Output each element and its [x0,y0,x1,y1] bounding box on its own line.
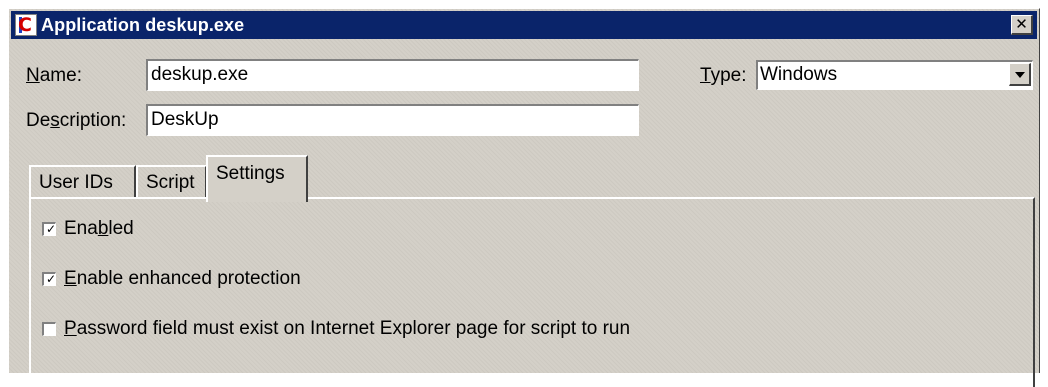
checkmark-icon: ✓ [46,222,57,236]
description-label: Description: [26,110,127,131]
enabled-checkbox[interactable]: ✓ [42,222,56,236]
type-select[interactable]: Windows [756,60,1033,90]
type-label: Type: [700,65,747,86]
chevron-down-icon [1015,72,1025,78]
tab-script[interactable]: Script [136,165,207,199]
application-dialog: C Application deskup.exe ✕ Name: deskup.… [8,8,1040,387]
app-c-icon: C [15,14,37,36]
enhanced-protection-label[interactable]: Enable enhanced protection [64,268,301,290]
password-field-checkbox[interactable] [42,322,56,336]
type-dropdown-button[interactable] [1009,63,1031,86]
name-field[interactable]: deskup.exe [146,59,639,91]
close-icon: ✕ [1015,15,1028,33]
window-title: Application deskup.exe [41,15,245,35]
password-field-label[interactable]: Password field must exist on Internet Ex… [64,318,630,340]
enhanced-protection-checkbox[interactable]: ✓ [42,272,56,286]
tab-user-ids[interactable]: User IDs [29,165,136,199]
checkmark-icon: ✓ [46,272,57,286]
tab-settings[interactable]: Settings [206,155,308,202]
type-select-value: Windows [760,64,838,85]
settings-panel [29,197,1035,387]
description-field[interactable]: DeskUp [146,104,639,136]
name-label: Name: [26,65,82,86]
close-button[interactable]: ✕ [1011,15,1033,35]
enabled-label[interactable]: Enabled [64,218,134,240]
title-bar[interactable]: C Application deskup.exe ✕ [11,11,1037,39]
